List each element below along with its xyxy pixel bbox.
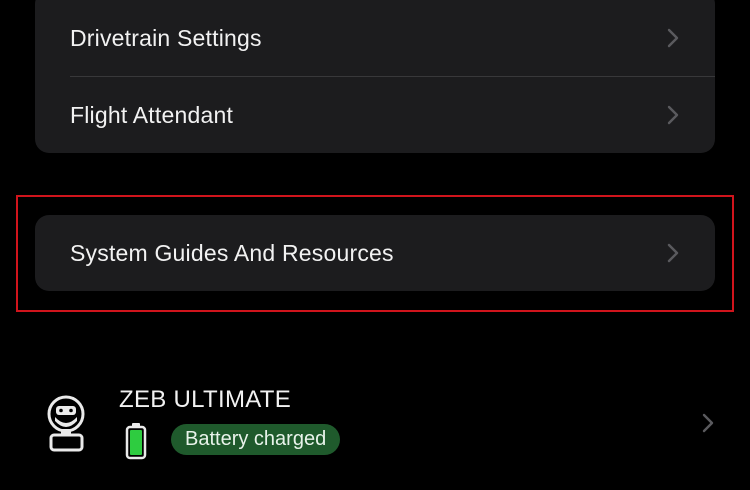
device-name: ZEB ULTIMATE xyxy=(119,386,292,413)
battery-full-icon xyxy=(125,423,147,460)
zeb-robot-icon xyxy=(47,395,85,452)
flight-attendant-label: Flight Attendant xyxy=(70,101,234,128)
system-guides-label: System Guides And Resources xyxy=(70,239,394,266)
battery-status-badge: Battery charged xyxy=(171,424,341,455)
chevron-right-icon xyxy=(667,28,679,48)
chevron-right-icon xyxy=(667,105,679,125)
chevron-right-icon xyxy=(667,243,679,263)
drivetrain-settings-label: Drivetrain Settings xyxy=(70,24,262,51)
device-row[interactable]: ZEB ULTIMATE Battery charged xyxy=(0,370,750,480)
settings-group-card: Drivetrain Settings Flight Attendant xyxy=(35,0,715,153)
flight-attendant-row[interactable]: Flight Attendant xyxy=(35,77,715,153)
resources-card: System Guides And Resources xyxy=(35,215,715,291)
drivetrain-settings-row[interactable]: Drivetrain Settings xyxy=(35,0,715,76)
chevron-right-icon xyxy=(702,413,714,433)
system-guides-row[interactable]: System Guides And Resources xyxy=(35,215,715,291)
